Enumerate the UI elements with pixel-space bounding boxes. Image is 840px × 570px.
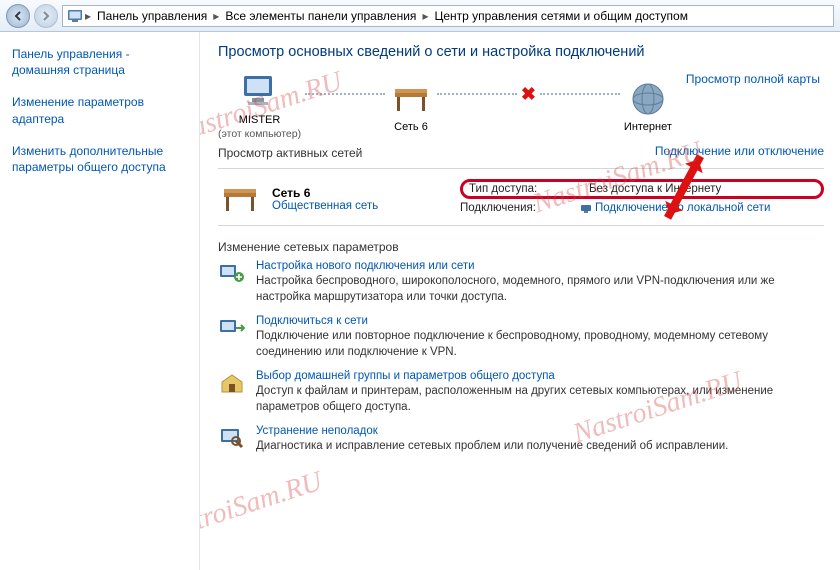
task-title-link[interactable]: Подключиться к сети (256, 315, 824, 327)
divider (218, 225, 824, 226)
control-panel-icon (67, 8, 83, 24)
computer-icon (238, 72, 282, 112)
connect-disconnect-link[interactable]: Подключение или отключение (655, 144, 824, 158)
connections-row: Подключения: Подключение по локальной се… (460, 202, 824, 214)
breadcrumb-item[interactable]: Центр управления сетями и общим доступом (430, 9, 692, 23)
chevron-right-icon: ▸ (422, 9, 428, 23)
connections-link[interactable]: Подключение по локальной сети (580, 202, 770, 214)
active-networks-label: Просмотр активных сетей (218, 146, 362, 160)
divider (218, 168, 824, 169)
content-area: Просмотр основных сведений о сети и наст… (200, 32, 840, 570)
lan-icon (580, 202, 592, 214)
page-heading: Просмотр основных сведений о сети и наст… (218, 44, 824, 60)
homegroup-icon (218, 370, 246, 396)
active-network-block: Сеть 6 Общественная сеть Тип доступа: Бе… (218, 179, 824, 219)
map-node-this-pc: MISTER (этот компьютер) (218, 72, 301, 140)
sidebar-sharing-link[interactable]: Изменить дополнительные параметры общего… (12, 143, 187, 175)
sidebar-adapter-link[interactable]: Изменение параметров адаптера (12, 94, 187, 126)
task-item: Настройка нового подключения или сети На… (218, 260, 824, 305)
task-desc: Доступ к файлам и принтерам, расположенн… (256, 384, 824, 415)
sidebar-home-link[interactable]: Панель управления - домашняя страница (12, 46, 187, 78)
breadcrumb-item[interactable]: Все элементы панели управления (221, 9, 420, 23)
task-desc: Диагностика и исправление сетевых пробле… (256, 439, 728, 455)
connection-broken-icon: ✖ (521, 84, 536, 105)
connections-key: Подключения: (460, 202, 580, 214)
access-type-value: Без доступа к Интернету (589, 183, 721, 195)
watermark-text: NastroiSam.RU (200, 466, 326, 551)
connection-line (437, 93, 517, 95)
map-node-label: MISTER (239, 114, 281, 126)
task-desc: Настройка беспроводного, широкополосного… (256, 274, 824, 305)
chevron-right-icon: ▸ (85, 9, 91, 23)
map-node-label: Интернет (624, 121, 672, 133)
map-node-sublabel: (этот компьютер) (218, 128, 301, 140)
connection-line (305, 93, 385, 95)
map-node-internet: Интернет (624, 79, 672, 133)
sidebar: Панель управления - домашняя страница Из… (0, 32, 200, 570)
network-params-heading: Изменение сетевых параметров (218, 240, 824, 254)
task-title-link[interactable]: Настройка нового подключения или сети (256, 260, 824, 272)
task-title-link[interactable]: Выбор домашней группы и параметров общег… (256, 370, 824, 382)
chevron-right-icon: ▸ (213, 9, 219, 23)
network-type-link[interactable]: Общественная сеть (272, 200, 378, 212)
breadcrumb-item[interactable]: Панель управления (93, 9, 211, 23)
task-item: Подключиться к сети Подключение или повт… (218, 315, 824, 360)
task-item: Устранение неполадок Диагностика и испра… (218, 425, 824, 455)
bench-icon (218, 179, 262, 219)
network-map: MISTER (этот компьютер) Сеть 6 ✖ Интерне… (218, 72, 824, 140)
breadcrumb-bar[interactable]: ▸ Панель управления ▸ Все элементы панел… (62, 5, 834, 27)
troubleshoot-icon (218, 425, 246, 451)
bench-icon (389, 79, 433, 119)
map-node-label: Сеть 6 (394, 121, 428, 133)
access-type-row: Тип доступа: Без доступа к Интернету (460, 179, 824, 199)
new-connection-icon (218, 260, 246, 286)
globe-icon (626, 79, 670, 119)
access-type-key: Тип доступа: (469, 183, 589, 195)
view-full-map-link[interactable]: Просмотр полной карты (686, 72, 820, 86)
connection-line (540, 93, 620, 95)
task-item: Выбор домашней группы и параметров общег… (218, 370, 824, 415)
task-desc: Подключение или повторное подключение к … (256, 329, 824, 360)
connect-network-icon (218, 315, 246, 341)
network-name: Сеть 6 (272, 186, 378, 200)
address-toolbar: ▸ Панель управления ▸ Все элементы панел… (0, 0, 840, 32)
map-node-network: Сеть 6 (389, 79, 433, 133)
task-title-link[interactable]: Устранение неполадок (256, 425, 728, 437)
nav-back-button[interactable] (6, 4, 30, 28)
nav-forward-button[interactable] (34, 4, 58, 28)
